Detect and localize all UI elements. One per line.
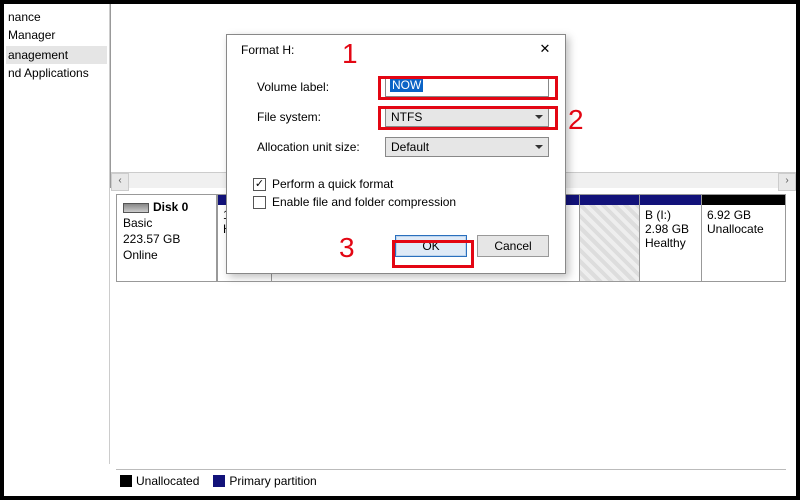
partition-stripe — [702, 195, 785, 205]
file-system-select[interactable]: NTFS — [385, 107, 549, 127]
alloc-size-select[interactable]: Default — [385, 137, 549, 157]
alloc-size-value: Default — [391, 140, 429, 154]
legend-label: Unallocated — [136, 474, 199, 488]
partition-unallocated[interactable]: 6.92 GB Unallocate — [701, 195, 785, 281]
format-dialog: Format H: ✕ Volume label: NOW File syste… — [226, 34, 566, 274]
close-icon[interactable]: ✕ — [535, 41, 555, 59]
compression-checkbox[interactable] — [253, 196, 266, 209]
tree-item[interactable]: nd Applications — [6, 64, 107, 82]
volume-label-value: NOW — [390, 78, 423, 92]
ok-button[interactable]: OK — [395, 235, 467, 257]
disk-type: Basic — [123, 216, 152, 230]
legend-label: Primary partition — [229, 474, 316, 488]
file-system-value: NTFS — [391, 110, 422, 124]
legend-swatch-unalloc — [120, 475, 132, 487]
dialog-title: Format H: — [241, 43, 294, 57]
partition-stripe — [640, 195, 701, 205]
volume-label-input[interactable]: NOW — [385, 77, 549, 97]
disk-name: Disk 0 — [153, 200, 188, 214]
tree-item-disk-management[interactable]: anagement — [6, 46, 107, 64]
quick-format-checkbox[interactable]: ✓ — [253, 178, 266, 191]
file-system-label: File system: — [257, 110, 377, 124]
alloc-size-label: Allocation unit size: — [257, 140, 377, 154]
disk-status: Online — [123, 248, 158, 262]
tree-item[interactable]: Manager — [6, 26, 107, 44]
tree-item[interactable]: nance — [6, 8, 107, 26]
quick-format-label: Perform a quick format — [272, 177, 393, 191]
legend: Unallocated Primary partition — [116, 469, 786, 492]
disk-header: Disk 0 Basic 223.57 GB Online — [117, 195, 217, 281]
disk-icon — [123, 203, 149, 213]
volume-label-label: Volume label: — [257, 80, 377, 94]
compression-label: Enable file and folder compression — [272, 195, 456, 209]
disk-size: 223.57 GB — [123, 232, 180, 246]
partition-b-i[interactable]: B (I:) 2.98 GB Healthy — [639, 195, 701, 281]
nav-tree: nance Manager anagement nd Applications — [4, 4, 110, 464]
cancel-button[interactable]: Cancel — [477, 235, 549, 257]
partition[interactable] — [579, 195, 639, 281]
partition-stripe — [580, 195, 639, 205]
legend-swatch-primary — [213, 475, 225, 487]
